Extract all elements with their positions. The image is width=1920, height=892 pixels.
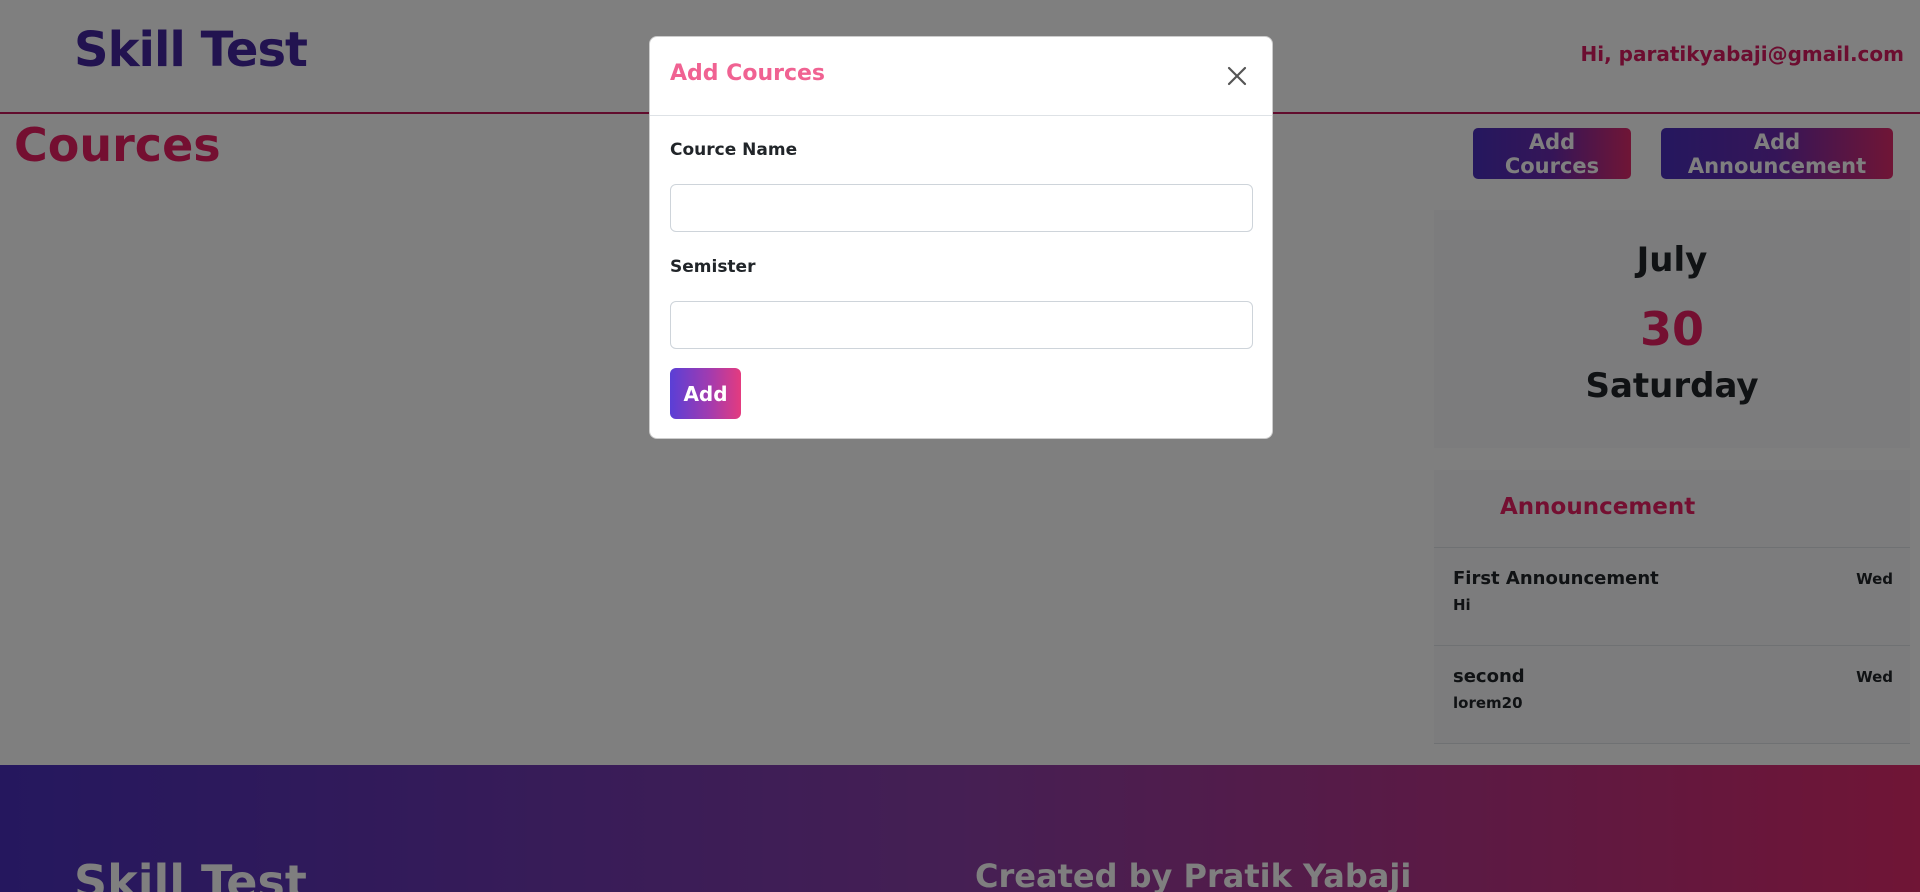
course-name-input[interactable] (670, 184, 1253, 232)
modal-title: Add Cources (670, 61, 826, 86)
add-cources-modal: Add Cources Cource Name Semister Add (649, 36, 1273, 439)
add-submit-button[interactable]: Add (670, 368, 741, 419)
close-button[interactable] (1220, 59, 1254, 93)
modal-header: Add Cources (650, 37, 1272, 116)
course-name-label: Cource Name (670, 140, 798, 160)
semester-label: Semister (670, 257, 756, 277)
close-icon (1220, 59, 1254, 93)
semester-input[interactable] (670, 301, 1253, 349)
